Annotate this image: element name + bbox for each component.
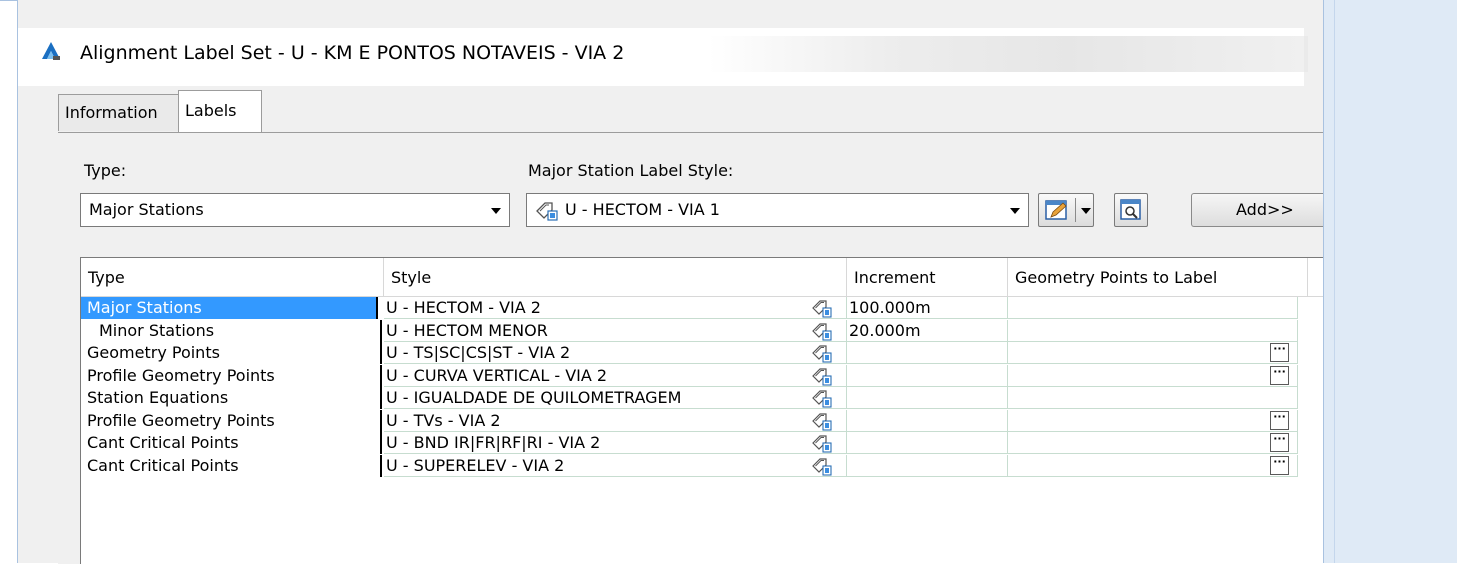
table-row[interactable]: Cant Critical Points U - BND IR|FR|RF|RI… bbox=[81, 432, 1324, 454]
label-style-icon[interactable] bbox=[811, 320, 833, 342]
row-style[interactable]: U - SUPERELEV - VIA 2 bbox=[384, 454, 847, 477]
tab-information[interactable]: Information bbox=[58, 94, 186, 131]
label-style-icon[interactable] bbox=[811, 387, 833, 409]
edit-style-icon bbox=[1045, 200, 1067, 220]
row-increment[interactable]: 20.000m bbox=[847, 319, 1008, 342]
type-label: Type: bbox=[84, 161, 127, 180]
chevron-down-icon bbox=[491, 208, 501, 214]
style-dropdown-value: U - HECTOM - VIA 1 bbox=[565, 200, 720, 219]
type-dropdown-value: Major Stations bbox=[89, 200, 204, 219]
label-style-icon[interactable] bbox=[811, 432, 833, 454]
ellipsis-button[interactable]: ··· bbox=[1270, 433, 1289, 452]
row-style[interactable]: U - TVs - VIA 2 bbox=[384, 409, 847, 432]
style-label: Major Station Label Style: bbox=[528, 161, 734, 180]
autocad-civil-icon bbox=[42, 42, 60, 60]
label-grid: Type Style Increment Geometry Points to … bbox=[80, 257, 1324, 564]
edit-style-split-button[interactable] bbox=[1038, 193, 1094, 227]
background-ghost bbox=[708, 36, 1308, 72]
row-type[interactable]: Geometry Points bbox=[81, 342, 382, 364]
ellipsis-button[interactable]: ··· bbox=[1270, 343, 1289, 362]
row-type[interactable]: Minor Stations bbox=[81, 319, 382, 342]
row-gridline bbox=[384, 475, 1298, 477]
table-row[interactable]: Profile Geometry Points U - TVs - VIA 2 … bbox=[81, 409, 1324, 432]
table-row[interactable]: Minor Stations U - HECTOM MENOR 20.000m bbox=[81, 319, 1324, 342]
column-header-style[interactable]: Style bbox=[384, 258, 847, 296]
grid-header: Type Style Increment Geometry Points to … bbox=[81, 258, 1324, 297]
row-increment[interactable] bbox=[847, 342, 1008, 364]
row-increment[interactable] bbox=[847, 387, 1008, 409]
alignment-label-set-dialog: Alignment Label Set - U - KM E PONTOS NO… bbox=[18, 0, 1324, 564]
type-dropdown[interactable]: Major Stations bbox=[80, 193, 510, 227]
ellipsis-button[interactable]: ··· bbox=[1270, 365, 1289, 385]
row-increment[interactable] bbox=[847, 409, 1008, 432]
row-type[interactable]: Profile Geometry Points bbox=[81, 409, 382, 432]
side-panel-divider bbox=[1334, 0, 1335, 563]
chevron-down-icon bbox=[1010, 208, 1020, 214]
row-type[interactable]: Major Stations bbox=[81, 297, 378, 319]
row-type[interactable]: Profile Geometry Points bbox=[81, 364, 382, 387]
row-increment[interactable] bbox=[847, 432, 1008, 454]
table-row[interactable]: Profile Geometry Points U - CURVA VERTIC… bbox=[81, 364, 1324, 387]
row-style[interactable]: U - BND IR|FR|RF|RI - VIA 2 bbox=[384, 432, 847, 454]
left-margin bbox=[0, 1, 18, 563]
row-geometry-points[interactable] bbox=[1008, 387, 1298, 409]
row-style[interactable]: U - HECTOM - VIA 2 bbox=[384, 297, 847, 319]
row-increment[interactable]: 100.000m bbox=[847, 297, 1008, 319]
dialog-title: Alignment Label Set - U - KM E PONTOS NO… bbox=[80, 42, 625, 64]
row-type[interactable]: Cant Critical Points bbox=[81, 454, 382, 477]
ellipsis-button[interactable]: ··· bbox=[1270, 410, 1289, 430]
row-geometry-points[interactable] bbox=[1008, 409, 1298, 432]
style-details-icon bbox=[1120, 199, 1141, 220]
label-style-icon[interactable] bbox=[811, 410, 833, 432]
row-style[interactable]: U - IGUALDADE DE QUILOMETRAGEM bbox=[384, 387, 847, 409]
row-increment[interactable] bbox=[847, 364, 1008, 387]
column-header-increment[interactable]: Increment bbox=[847, 258, 1008, 296]
tab-labels[interactable]: Labels bbox=[178, 90, 262, 133]
split-divider bbox=[1075, 198, 1076, 222]
title-bar[interactable]: Alignment Label Set - U - KM E PONTOS NO… bbox=[18, 28, 1308, 86]
table-row[interactable]: Geometry Points U - TS|SC|CS|ST - VIA 2 … bbox=[81, 342, 1324, 364]
row-geometry-points[interactable] bbox=[1008, 364, 1298, 387]
row-geometry-points[interactable] bbox=[1008, 297, 1298, 319]
style-details-button[interactable] bbox=[1114, 193, 1148, 227]
add-button[interactable]: Add>> bbox=[1191, 193, 1323, 227]
style-dropdown[interactable]: U - HECTOM - VIA 1 bbox=[526, 193, 1029, 227]
row-geometry-points[interactable] bbox=[1008, 432, 1298, 454]
row-type[interactable]: Cant Critical Points bbox=[81, 432, 382, 454]
label-style-icon[interactable] bbox=[811, 297, 833, 319]
table-row[interactable]: Cant Critical Points U - SUPERELEV - VIA… bbox=[81, 454, 1324, 477]
ellipsis-button[interactable]: ··· bbox=[1270, 455, 1289, 475]
row-type[interactable]: Station Equations bbox=[81, 387, 382, 409]
row-style[interactable]: U - TS|SC|CS|ST - VIA 2 bbox=[384, 342, 847, 364]
label-style-icon[interactable] bbox=[811, 342, 833, 364]
table-row[interactable]: Major Stations U - HECTOM - VIA 2 100.00… bbox=[81, 297, 1324, 319]
row-style[interactable]: U - HECTOM MENOR bbox=[384, 319, 847, 342]
chevron-down-icon[interactable] bbox=[1081, 208, 1091, 214]
row-style[interactable]: U - CURVA VERTICAL - VIA 2 bbox=[384, 364, 847, 387]
row-geometry-points[interactable] bbox=[1008, 319, 1298, 342]
row-increment[interactable] bbox=[847, 454, 1008, 477]
column-header-type[interactable]: Type bbox=[81, 258, 384, 296]
row-geometry-points[interactable] bbox=[1008, 342, 1298, 364]
row-geometry-points[interactable] bbox=[1008, 454, 1298, 477]
table-row[interactable]: Station Equations U - IGUALDADE DE QUILO… bbox=[81, 387, 1324, 409]
label-style-icon bbox=[536, 202, 558, 221]
side-panel bbox=[1323, 0, 1457, 563]
label-style-icon[interactable] bbox=[811, 455, 833, 477]
label-style-icon[interactable] bbox=[811, 365, 833, 387]
column-header-geometry-points[interactable]: Geometry Points to Label bbox=[1008, 258, 1308, 296]
